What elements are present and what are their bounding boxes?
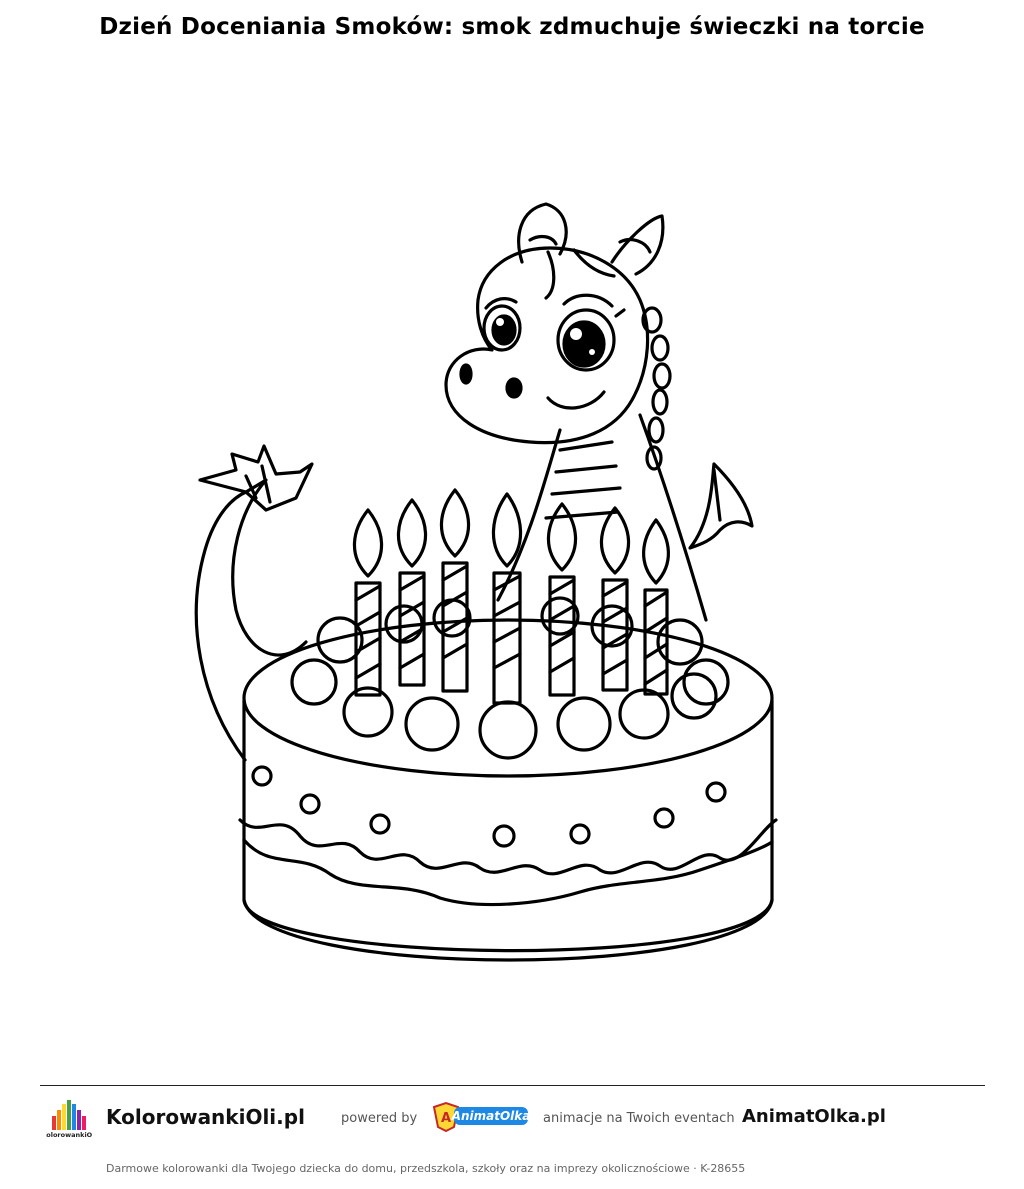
dragon-wing	[688, 462, 754, 550]
coloring-illustration	[0, 180, 1024, 1010]
kolorowanki-logo-text: KolorowankiOli	[46, 1131, 92, 1139]
footer-note: Darmowe kolorowanki dla Twojego dziecka …	[106, 1162, 746, 1175]
kolorowanki-logo[interactable]: KolorowankiOli	[41, 1094, 97, 1140]
svg-text:A: A	[441, 1111, 451, 1126]
site-brand[interactable]: KolorowankiOli.pl	[106, 1105, 305, 1129]
footer-divider	[40, 1085, 985, 1086]
candles	[352, 488, 670, 705]
animatolka-logo[interactable]: A AnimatOlka	[430, 1099, 532, 1133]
partner-brand[interactable]: AnimatOlka.pl	[742, 1106, 886, 1127]
page-title: Dzień Doceniania Smoków: smok zdmuchuje …	[99, 14, 925, 40]
coloring-page: Dzień Doceniania Smoków: smok zdmuchuje …	[0, 0, 1024, 1189]
powered-by-label: powered by	[341, 1111, 418, 1126]
partner-tagline: animacje na Twoich eventach	[543, 1111, 735, 1126]
dragon-tail	[194, 444, 314, 762]
footer: KolorowankiOli KolorowankiOli.pl powered…	[0, 1094, 1024, 1144]
dragon-head	[444, 202, 665, 445]
cake	[238, 618, 778, 962]
animatolka-logo-text: AnimatOlka	[451, 1109, 531, 1123]
